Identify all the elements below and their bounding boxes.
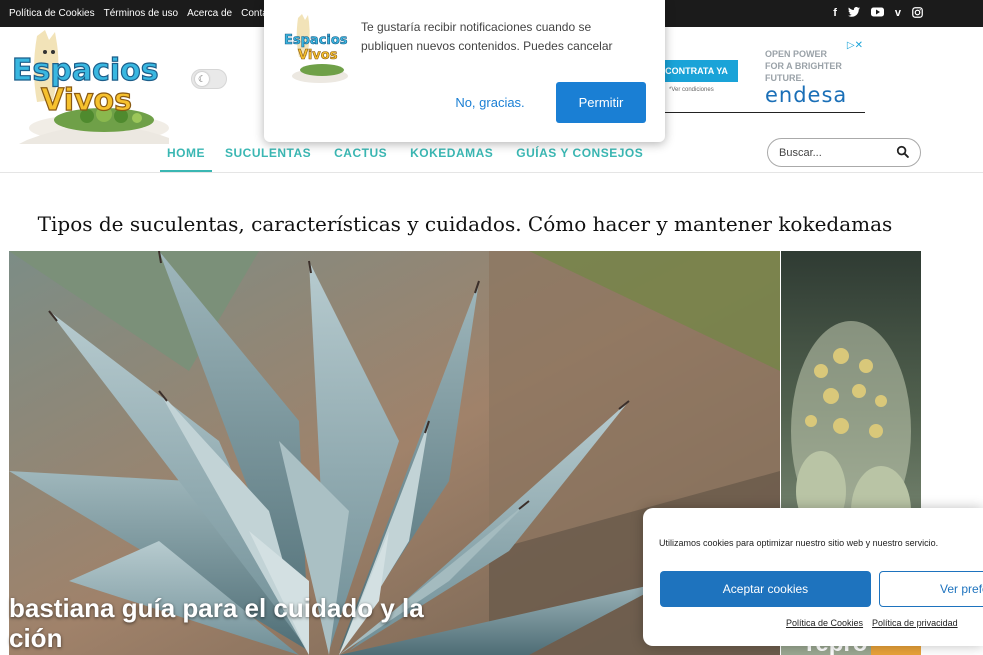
cookie-links: Política de Cookies Política de privacid…	[786, 618, 958, 628]
cookie-consent-banner: Utilizamos cookies para optimizar nuestr…	[643, 508, 983, 646]
allow-notifications-button[interactable]: Permitir	[556, 82, 646, 123]
notification-logo-word-1: Espacios	[284, 33, 348, 48]
social-links: f v	[833, 0, 923, 27]
decline-notifications-button[interactable]: No, gracias.	[442, 91, 538, 115]
search-icon[interactable]	[896, 145, 910, 159]
view-preferences-button[interactable]: Ver preferencias	[879, 571, 983, 607]
facebook-icon[interactable]: f	[833, 8, 837, 19]
ad-slogan: OPEN POWER FOR A BRIGHTER FUTURE.	[765, 49, 842, 83]
notification-logo-word-2: Vivos	[298, 48, 338, 63]
nav-item-suculentas[interactable]: SUCULENTAS	[215, 140, 321, 173]
hero-title-line-1: bastiana guía para el cuidado y la	[9, 593, 424, 623]
nav-item-guias[interactable]: GUÍAS Y CONSEJOS	[506, 140, 653, 173]
cookie-policy-link[interactable]: Política de Cookies	[786, 618, 863, 628]
search-box	[767, 138, 921, 167]
logo-word-vivos: Vivos	[41, 83, 132, 118]
nav-divider	[0, 172, 983, 173]
top-link-cookies[interactable]: Política de Cookies	[9, 8, 95, 19]
site-tagline: Tipos de suculentas, características y c…	[37, 212, 893, 236]
notification-message: Te gustaría recibir notificaciones cuand…	[361, 20, 613, 53]
accept-cookies-button[interactable]: Aceptar cookies	[660, 571, 871, 607]
top-links: Política de Cookies Términos de uso Acer…	[9, 0, 281, 27]
nav-item-kokedamas[interactable]: KOKEDAMAS	[400, 140, 503, 173]
ad-cta-button[interactable]: CONTRATA YA	[655, 60, 738, 82]
nav-item-cactus[interactable]: CACTUS	[324, 140, 397, 173]
ad-conditions: *Ver condiciones	[669, 87, 714, 93]
ad-brand: endesa	[765, 83, 848, 107]
hero-article-title[interactable]: bastiana guía para el cuidado y la ción	[9, 593, 469, 653]
search-input[interactable]	[779, 145, 889, 161]
instagram-icon[interactable]	[912, 6, 923, 21]
vimeo-icon[interactable]: v	[895, 8, 901, 19]
top-link-about[interactable]: Acerca de	[187, 8, 232, 19]
moon-icon: ☾	[195, 72, 209, 86]
cookie-message: Utilizamos cookies para optimizar nuestr…	[659, 538, 939, 548]
hero-title-line-2: ción	[9, 623, 63, 653]
privacy-policy-link[interactable]: Política de privacidad	[872, 618, 958, 628]
site-logo[interactable]: Espacios Vivos	[9, 30, 169, 144]
notification-logo: Espacios Vivos	[284, 14, 348, 83]
top-link-terms[interactable]: Términos de uso	[104, 8, 178, 19]
push-notification-prompt: Espacios Vivos Te gustaría recibir notif…	[264, 0, 665, 142]
twitter-icon[interactable]	[847, 7, 860, 20]
youtube-icon[interactable]	[870, 7, 884, 20]
dark-mode-toggle[interactable]: ☾	[191, 69, 227, 89]
adchoices-icon[interactable]: ▷✕	[847, 40, 863, 51]
main-nav: HOME SUCULENTAS CACTUS KOKEDAMAS GUÍAS Y…	[160, 140, 656, 173]
nav-item-home[interactable]: HOME	[160, 140, 212, 173]
advertisement-banner[interactable]: CONTRATA YA *Ver condiciones OPEN POWER …	[655, 40, 865, 113]
